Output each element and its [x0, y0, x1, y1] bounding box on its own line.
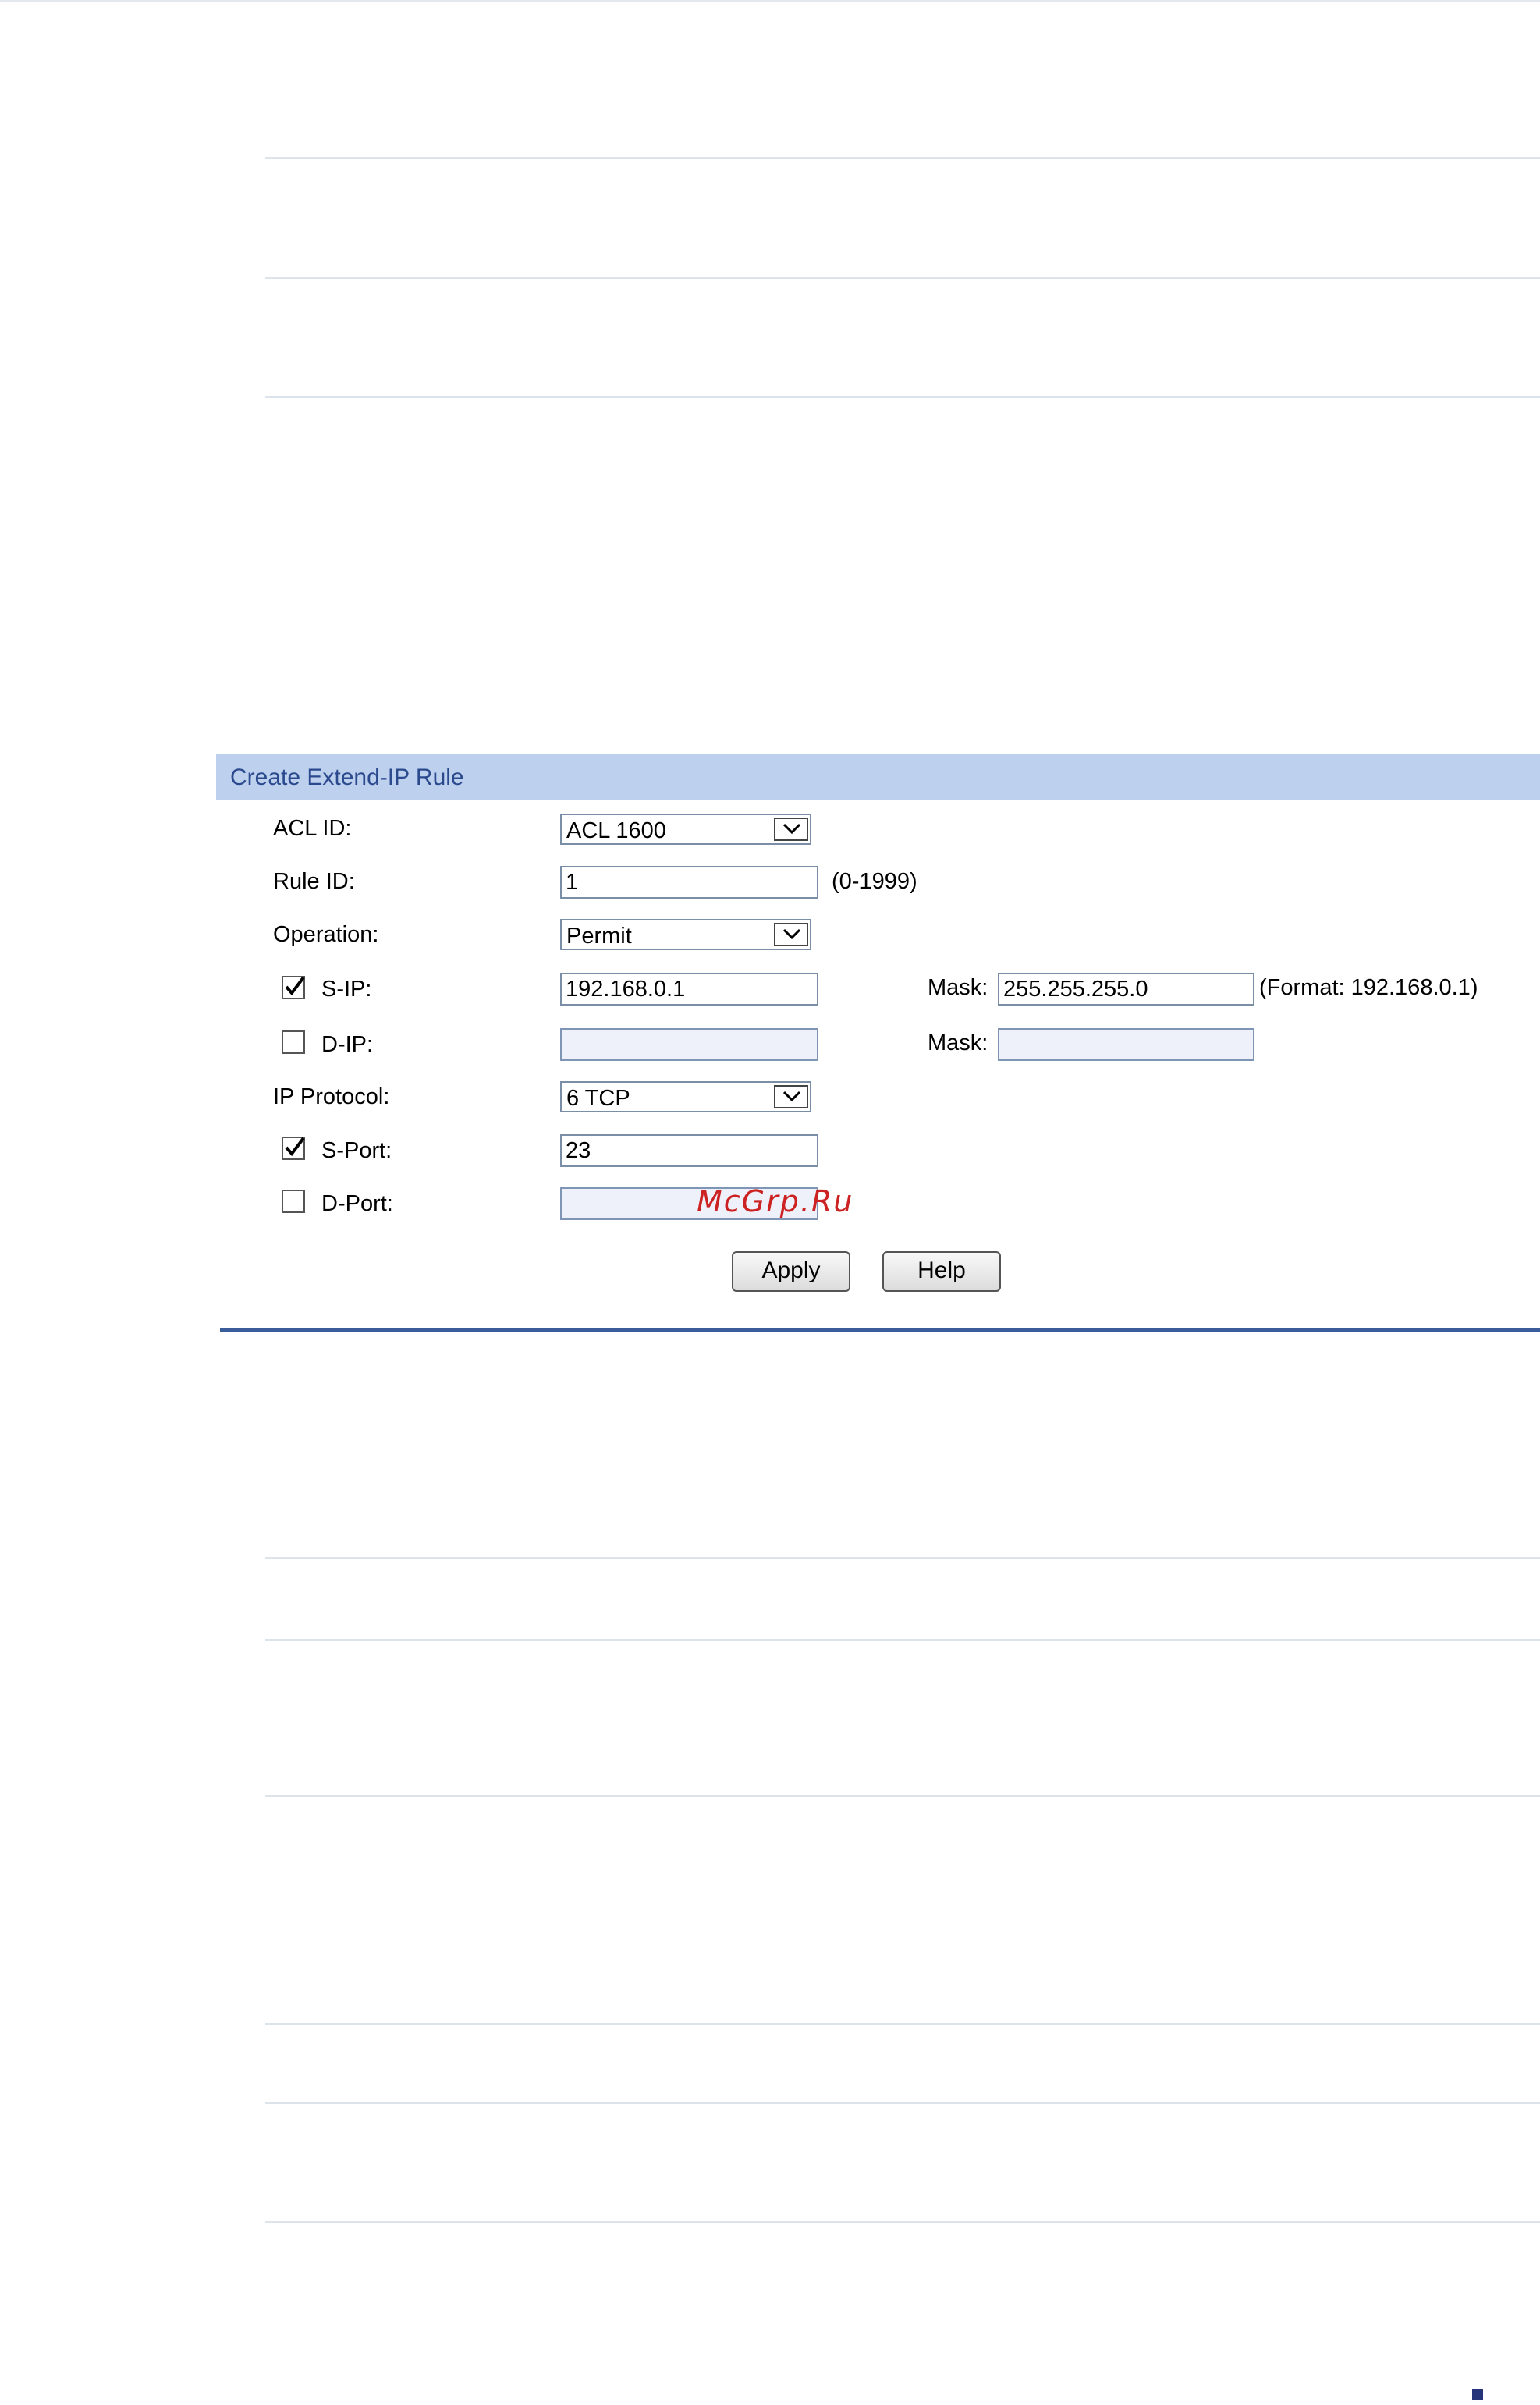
- divider: [265, 277, 1540, 279]
- s-ip-checkbox[interactable]: [282, 976, 305, 999]
- divider: [265, 1795, 1540, 1797]
- d-ip-mask-label: Mask:: [928, 1030, 988, 1055]
- divider: [265, 396, 1540, 398]
- d-port-checkbox[interactable]: [282, 1190, 305, 1213]
- s-ip-mask-input[interactable]: 255.255.255.0: [998, 973, 1254, 1006]
- panel-title: Create Extend-IP Rule: [230, 764, 464, 790]
- help-button[interactable]: Help: [882, 1251, 1001, 1292]
- divider: [265, 2023, 1540, 2025]
- s-port-label: S-Port:: [321, 1138, 392, 1163]
- operation-value: Permit: [566, 924, 632, 949]
- ip-format-hint: (Format: 192.168.0.1): [1259, 975, 1478, 1000]
- d-ip-input[interactable]: [560, 1028, 818, 1061]
- ip-protocol-value: 6 TCP: [566, 1086, 630, 1111]
- checkmark-icon: [285, 976, 305, 996]
- s-port-input[interactable]: 23: [560, 1134, 818, 1167]
- d-ip-checkbox[interactable]: [282, 1030, 305, 1054]
- s-ip-mask-label: Mask:: [928, 975, 988, 1000]
- operation-select[interactable]: Permit: [560, 919, 811, 950]
- divider: [265, 157, 1540, 159]
- operation-label: Operation:: [273, 922, 379, 947]
- rule-id-input[interactable]: 1: [560, 866, 818, 899]
- apply-button[interactable]: Apply: [732, 1251, 850, 1292]
- page-top-border: [0, 0, 1540, 2]
- s-ip-input[interactable]: 192.168.0.1: [560, 973, 818, 1006]
- divider: [265, 1639, 1540, 1641]
- acl-id-label: ACL ID:: [273, 816, 352, 841]
- rule-id-range-hint: (0-1999): [832, 869, 917, 894]
- rule-id-label: Rule ID:: [273, 869, 355, 894]
- panel-bottom-rule: [220, 1328, 1540, 1332]
- chevron-down-icon[interactable]: [774, 923, 808, 946]
- page-corner-mark: [1472, 2389, 1483, 2400]
- d-port-label: D-Port:: [321, 1191, 393, 1216]
- chevron-down-icon[interactable]: [774, 818, 808, 841]
- checkmark-icon: [285, 1137, 305, 1157]
- s-ip-label: S-IP:: [321, 977, 372, 1002]
- panel-header: Create Extend-IP Rule: [216, 754, 1540, 800]
- divider: [265, 2102, 1540, 2104]
- d-ip-label: D-IP:: [321, 1032, 374, 1057]
- acl-id-select[interactable]: ACL 1600: [560, 814, 811, 845]
- ip-protocol-select[interactable]: 6 TCP: [560, 1081, 811, 1112]
- divider: [265, 2221, 1540, 2223]
- watermark-text: McGrp.Ru: [697, 1184, 854, 1218]
- acl-id-value: ACL 1600: [566, 818, 666, 843]
- divider: [265, 1557, 1540, 1559]
- s-port-checkbox[interactable]: [282, 1137, 305, 1160]
- ip-protocol-label: IP Protocol:: [273, 1084, 390, 1109]
- d-ip-mask-input[interactable]: [998, 1028, 1254, 1061]
- chevron-down-icon[interactable]: [774, 1085, 808, 1108]
